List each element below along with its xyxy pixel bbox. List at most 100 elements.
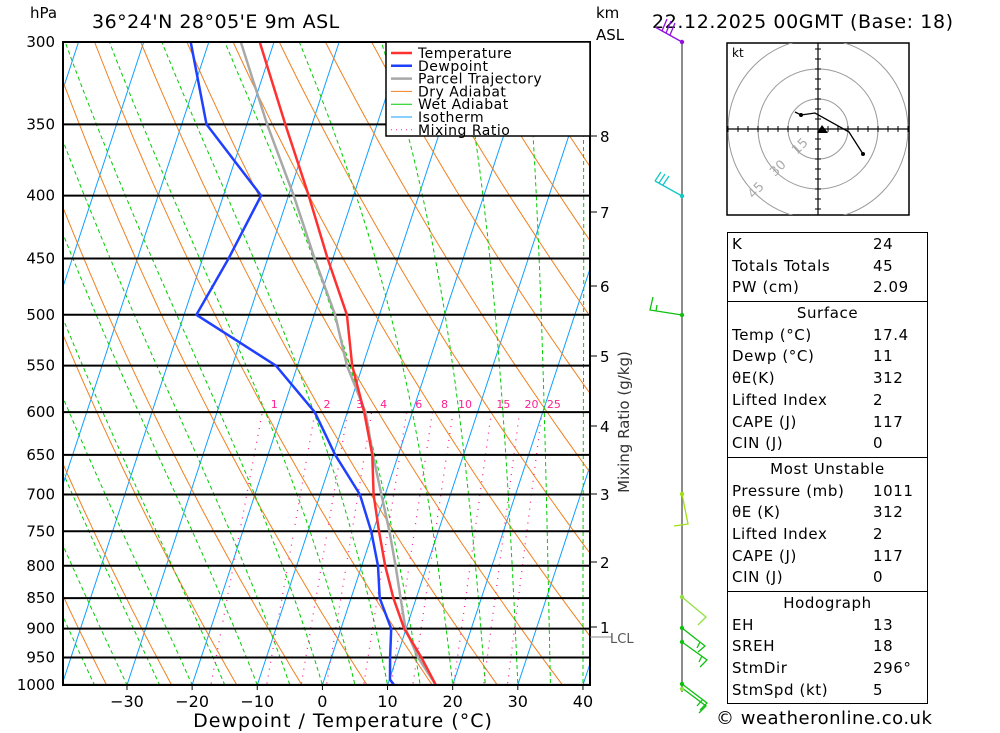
copyright: © weatheronline.co.uk [716, 708, 933, 729]
mixing-ratio-line [506, 412, 543, 685]
stat-label: Dewp (°C) [732, 347, 815, 366]
stat-value: 1011 [873, 481, 914, 500]
mixing-ratio-label: 25 [547, 398, 561, 411]
section-title: Hodograph [783, 594, 872, 612]
mixing-ratio-line [482, 412, 521, 685]
pressure-tick-label: 950 [26, 649, 55, 667]
stat-value: 45 [873, 256, 894, 275]
wind-barb-1000 [681, 683, 708, 714]
x-tick-label: −20 [175, 692, 209, 711]
stat-row: θE (K) 312 [728, 502, 927, 524]
x-tick-label: 10 [377, 692, 397, 711]
wind-barb-700 [673, 493, 689, 527]
stat-row: Temp (°C) 17.4 [728, 325, 927, 347]
hodograph: kt 15 30 45 [726, 42, 910, 216]
wind-barb-925 [681, 641, 709, 668]
stat-row: K 24 [728, 234, 927, 256]
stat-row: PW (cm) 2.09 [728, 277, 927, 299]
stat-label: CAPE (J) [732, 412, 797, 431]
stat-label: Temp (°C) [732, 325, 812, 344]
mixing-ratio-line [210, 411, 263, 685]
mixing-ratio-line [412, 412, 454, 685]
asl-unit: ASL [596, 26, 625, 44]
stat-row: CIN (J) 0 [728, 567, 927, 589]
stat-label: Lifted Index [732, 390, 828, 409]
stat-row: EH 13 [728, 615, 927, 637]
stat-value: 117 [873, 412, 904, 431]
x-tick-label: 20 [443, 692, 463, 711]
stat-label: θE (K) [732, 503, 781, 522]
pressure-tick-label: 800 [26, 557, 55, 575]
mixing-ratio-axis-label: Mixing Ratio (g/kg) [615, 351, 633, 493]
mixing-ratio-label: 3 [356, 398, 363, 411]
mixing-ratio-line [325, 411, 373, 685]
stat-label: Pressure (mb) [732, 481, 845, 500]
mixing-ratio-line [300, 411, 349, 685]
wind-barbs [649, 18, 709, 714]
location-title: 36°24'N 28°05'E 9m ASL [92, 11, 340, 33]
mixing-ratio-label: 8 [441, 398, 448, 411]
stat-row: StmSpd (kt) 5 [728, 680, 927, 702]
pressure-tick-label: 350 [26, 115, 55, 133]
mixing-ratio-label: 1 [271, 398, 278, 411]
height-tick-label: 7 [600, 204, 610, 222]
pressure-tick-label: 450 [26, 250, 55, 268]
stat-row: Totals Totals 45 [728, 256, 927, 278]
stat-row: Lifted Index 2 [728, 390, 927, 412]
height-tick-label: 4 [600, 418, 610, 436]
section-title: Surface [796, 304, 859, 323]
x-tick-label: −10 [240, 692, 274, 711]
stats-panel: K 24 Totals Totals 45 PW (cm) 2.09 Surface … [727, 232, 928, 705]
stat-label: Lifted Index [732, 524, 828, 543]
x-tick-label: 40 [573, 692, 593, 711]
section-title: Most Unstable [770, 459, 885, 478]
pressure-tick-label: 500 [26, 306, 55, 324]
stat-row: CAPE (J) 117 [728, 546, 927, 568]
mixing-ratio-label: 6 [415, 398, 422, 411]
stat-row: StmDir 296° [728, 658, 927, 680]
parcel-trajectory-line [239, 42, 437, 685]
stat-row: Pressure (mb) 1011 [728, 481, 927, 503]
stat-value: 0 [873, 434, 884, 453]
stat-label: StmSpd (kt) [732, 680, 829, 699]
legend: TemperatureDewpointParcel TrajectoryDry … [385, 41, 591, 139]
stat-value: 2.09 [873, 278, 909, 297]
height-tick-label: 6 [600, 278, 610, 296]
wind-barb-400 [654, 171, 683, 197]
height-tick-label: 3 [600, 486, 610, 504]
isotherm-line [63, 42, 80, 91]
stat-value: 5 [873, 680, 884, 699]
stat-value: 2 [873, 390, 884, 409]
hodograph-section: Hodograph EH 13 SREH 18 StmDir 296° StmSpd (kt… [728, 591, 927, 703]
pressure-tick-label: 550 [26, 357, 55, 375]
stat-row: θE(K) 312 [728, 368, 927, 390]
x-tick-label: −30 [110, 692, 144, 711]
hodograph-unit: kt [732, 46, 744, 60]
stat-row: CIN (J) 0 [728, 433, 927, 455]
mixing-ratio-label: 20 [525, 398, 539, 411]
stat-label: CIN (J) [732, 434, 784, 453]
pressure-tick-label: 700 [26, 485, 55, 503]
stat-value: 312 [873, 369, 904, 388]
stat-value: 117 [873, 546, 904, 565]
height-tick-label: 5 [600, 348, 610, 366]
legend-label: Mixing Ratio [418, 123, 510, 139]
mixing-ratio-label: 2 [324, 398, 331, 411]
stat-label: EH [732, 615, 754, 634]
stat-value: 18 [873, 637, 894, 656]
stat-value: 0 [873, 568, 884, 587]
stat-value: 13 [873, 615, 894, 634]
stat-value: 296° [873, 659, 912, 678]
dry-adiabat-line [63, 80, 368, 685]
mixing-ratio-line [265, 411, 316, 685]
stat-label: Totals Totals [732, 256, 831, 275]
pressure-tick-label: 400 [26, 187, 55, 205]
x-tick-label: 30 [508, 692, 528, 711]
mixing-ratio-label: 4 [380, 398, 387, 411]
stat-label: StmDir [732, 659, 788, 678]
dry-adiabat-line [63, 594, 108, 685]
stat-value: 2 [873, 524, 884, 543]
most-unstable-section: Most Unstable Pressure (mb) 1011 θE (K) 312… [728, 456, 927, 591]
height-tick-label: 1 [600, 619, 610, 637]
km-unit: km [596, 4, 619, 22]
